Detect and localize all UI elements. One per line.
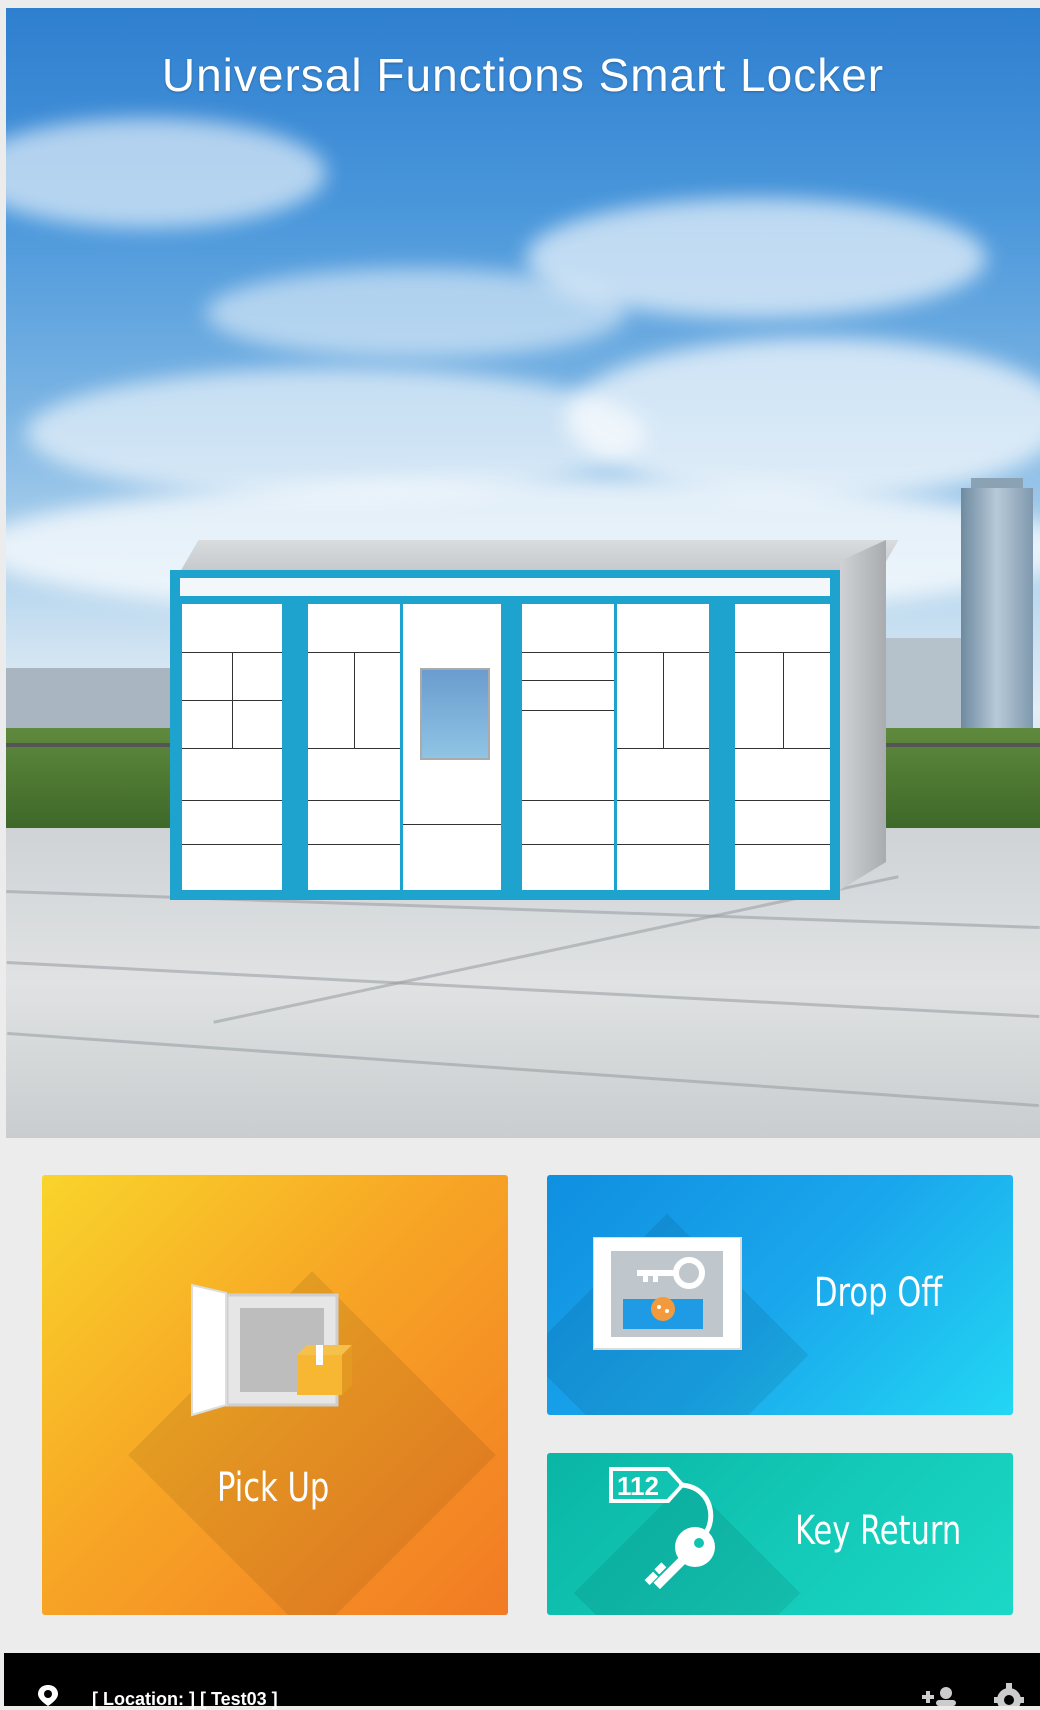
pickup-button[interactable]: Pick Up — [42, 1175, 508, 1615]
skyscraper — [961, 488, 1033, 728]
key-return-button[interactable]: 112 Key Return — [547, 1453, 1013, 1615]
locker-screen — [420, 668, 490, 760]
dropoff-button[interactable]: Drop Off — [547, 1175, 1013, 1415]
key-tag-number: 112 — [617, 1471, 659, 1501]
location-text: [ Location: ] [ Test03 ] — [92, 1689, 278, 1709]
add-user-icon[interactable] — [920, 1687, 960, 1706]
locker-package-icon — [191, 1283, 352, 1417]
key-return-label: Key Return — [795, 1508, 962, 1554]
pickup-label: Pick Up — [217, 1465, 330, 1511]
dropoff-label: Drop Off — [814, 1270, 943, 1316]
location-pin-icon — [38, 1685, 58, 1706]
gear-icon[interactable] — [992, 1683, 1026, 1706]
hero-title: Universal Functions Smart Locker — [161, 49, 885, 101]
locker-key-parcel-icon — [593, 1237, 742, 1350]
status-bar: [ Location: ] [ Test03 ] — [4, 1653, 1040, 1709]
key-tag-icon: 112 — [609, 1467, 715, 1590]
